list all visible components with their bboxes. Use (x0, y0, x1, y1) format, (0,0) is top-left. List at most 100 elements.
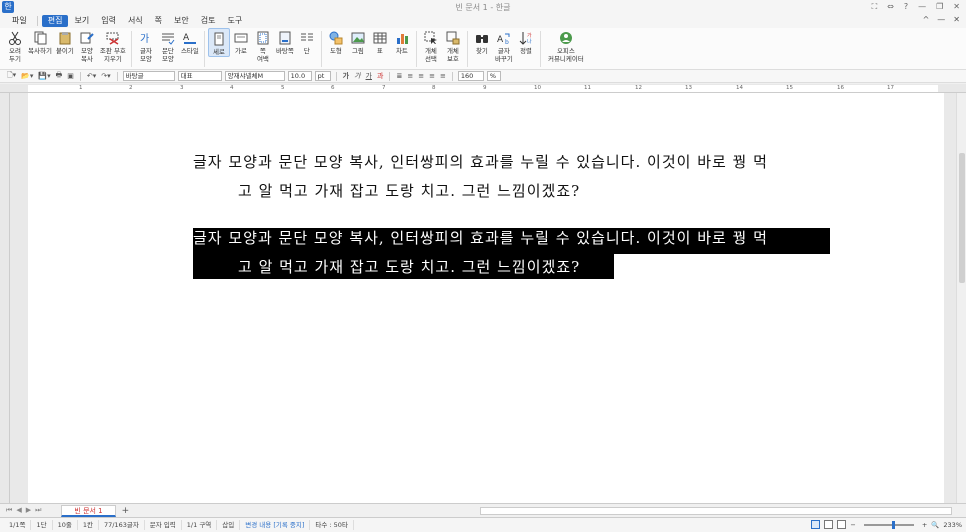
add-tab-button[interactable]: + (122, 506, 130, 516)
undo-icon[interactable]: ↶▾ (86, 72, 97, 80)
tab-document-1[interactable]: 빈 문서 1 (61, 504, 116, 517)
underline-button[interactable]: 가 (365, 71, 373, 81)
page-margin-button[interactable]: 쪽 여백 (252, 28, 274, 63)
picture-button[interactable]: 그림 (347, 28, 369, 55)
ribbon: 오려 두기 복사하기 붙이기 모양 복사 조판 부호 지우기 가 글자 모양 문… (0, 28, 966, 70)
menu-insert[interactable]: 입력 (95, 15, 122, 27)
horizontal-ruler[interactable]: 1 2 3 4 5 6 7 8 9 10 11 12 13 14 15 16 17 (0, 84, 966, 93)
help-icon[interactable]: ? (904, 2, 908, 12)
office-communicator-button[interactable]: 오피스 커뮤니케이터 (544, 28, 588, 63)
find-button[interactable]: 찾기 (471, 28, 493, 55)
fullscreen-icon[interactable]: ⛶ (872, 2, 878, 12)
menu-edit[interactable]: 편집 (41, 15, 69, 27)
collapse-ribbon-icon[interactable]: ^ (923, 15, 930, 24)
open-folder-icon[interactable]: 📂▾ (20, 72, 34, 80)
doc-minimize-icon[interactable]: — (937, 15, 945, 24)
print-icon[interactable]: 🖶 (55, 71, 64, 82)
ribbon-separator (415, 31, 417, 67)
zoom-unit-select[interactable]: % (486, 71, 501, 81)
portrait-page-icon (211, 32, 227, 46)
replace-button[interactable]: Ab 글자 바꾸기 (493, 28, 515, 63)
vertical-page-button[interactable]: 세로 (207, 28, 230, 57)
object-select-button[interactable]: 개체 선택 (420, 28, 442, 63)
tab-prev-icon[interactable]: ◀ (16, 506, 21, 515)
align-center-icon[interactable]: ≡ (417, 72, 425, 80)
zoom-in-icon[interactable]: + (922, 521, 927, 529)
status-page[interactable]: 1/1쪽 (4, 520, 32, 530)
font-size-input[interactable]: 10.0 (287, 71, 312, 81)
font-unit-select[interactable]: pt (314, 71, 331, 81)
copy-icon (32, 31, 48, 45)
horizontal-scrollbar[interactable] (480, 507, 952, 515)
table-icon (372, 31, 388, 45)
redo-icon[interactable]: ↷▾ (100, 72, 111, 80)
wide-view-icon[interactable] (824, 520, 834, 529)
svg-text:가: 가 (527, 32, 532, 39)
status-insert-mode[interactable]: 삽입 (217, 520, 241, 530)
format-copy-button[interactable]: 모양 복사 (76, 28, 98, 63)
horizontal-page-button[interactable]: 가로 (230, 28, 252, 55)
font-select[interactable]: 양재샤넬체M (224, 71, 285, 81)
print-preview-icon[interactable]: ▣ (66, 72, 75, 80)
status-zoom[interactable]: 233% (943, 521, 962, 529)
shape-button[interactable]: 도형 (325, 28, 347, 55)
chart-button[interactable]: 차트 (391, 28, 413, 55)
menu-page[interactable]: 쪽 (149, 15, 168, 27)
menu-security[interactable]: 보안 (168, 15, 195, 27)
new-doc-icon[interactable]: 🗋▾ (6, 71, 17, 82)
minimize-icon[interactable]: — (918, 2, 926, 12)
vertical-ruler[interactable] (0, 93, 10, 503)
zoom-slider[interactable] (863, 520, 914, 529)
align-right-icon[interactable]: ≡ (428, 72, 436, 80)
align-left-icon[interactable]: ≡ (406, 72, 414, 80)
align-distribute-icon[interactable]: ≡ (439, 72, 447, 80)
table-button[interactable]: 표 (369, 28, 391, 55)
paragraph-normal[interactable]: 글자 모양과 문단 모양 복사, 인터쌍피의 효과를 누릴 수 있습니다. 이것… (193, 148, 768, 206)
menu-review[interactable]: 검토 (195, 15, 222, 27)
toolbar-separator (389, 71, 391, 81)
paste-button[interactable]: 붙이기 (54, 28, 76, 55)
tab-first-icon[interactable]: ⏮ (6, 506, 12, 515)
scrollbar-thumb[interactable] (959, 153, 965, 283)
clear-codes-button[interactable]: 조판 부호 지우기 (98, 28, 128, 63)
paragraph-line: 글자 모양과 문단 모양 복사, 인터쌍피의 효과를 누릴 수 있습니다. 이것… (193, 229, 768, 247)
page-view-icon[interactable] (811, 520, 821, 529)
zoom-out-icon[interactable]: − (850, 521, 855, 529)
bar-chart-icon (394, 31, 410, 45)
vertical-scrollbar[interactable] (956, 93, 966, 503)
para-shape-button[interactable]: 문단 모양 (157, 28, 179, 63)
copy-button[interactable]: 복사하기 (26, 28, 54, 55)
doc-close-icon[interactable]: ✕ (953, 15, 960, 24)
cut-button[interactable]: 오려 두기 (4, 28, 26, 63)
tab-last-icon[interactable]: ⏭ (35, 506, 41, 515)
italic-button[interactable]: 가 (353, 71, 361, 81)
menu-file[interactable]: 파일 (6, 15, 33, 27)
style-button[interactable]: A 스타일 (179, 28, 201, 55)
status-track-changes[interactable]: 변경 내용 [기록 중지] (240, 520, 311, 530)
style-select[interactable]: 바탕글 (122, 71, 175, 81)
object-protect-button[interactable]: 개체 보호 (442, 28, 464, 63)
save-icon[interactable]: 💾▾ (37, 72, 51, 80)
menu-view[interactable]: 보기 (68, 15, 95, 27)
zoom-input[interactable]: 160 (457, 71, 484, 81)
picture-icon (350, 31, 366, 45)
language-select[interactable]: 대표 (177, 71, 222, 81)
protect-object-icon (445, 31, 461, 45)
align-justify-icon[interactable]: ≣ (395, 72, 403, 80)
font-color-button[interactable]: 과 (376, 71, 384, 81)
restore-icon[interactable]: ❐ (936, 2, 943, 12)
full-view-icon[interactable] (837, 520, 847, 529)
columns-button[interactable]: 단 (296, 28, 318, 55)
bold-button[interactable]: 가 (342, 71, 350, 81)
tab-next-icon[interactable]: ▶ (26, 506, 31, 515)
menu-tools[interactable]: 도구 (222, 15, 249, 27)
sort-button[interactable]: 가나 정렬 (515, 28, 537, 55)
char-shape-button[interactable]: 가 글자 모양 (135, 28, 157, 63)
menu-format[interactable]: 서식 (122, 15, 149, 27)
communicator-icon (558, 31, 574, 45)
close-icon[interactable]: ✕ (953, 2, 960, 12)
paragraph-selected[interactable]: 글자 모양과 문단 모양 복사, 인터쌍피의 효과를 누릴 수 있습니다. 이것… (193, 224, 768, 282)
swap-icon[interactable]: ⇔ (887, 2, 894, 12)
background-page-button[interactable]: 바탕쪽 (274, 28, 296, 55)
zoom-slider-knob[interactable] (891, 520, 895, 529)
